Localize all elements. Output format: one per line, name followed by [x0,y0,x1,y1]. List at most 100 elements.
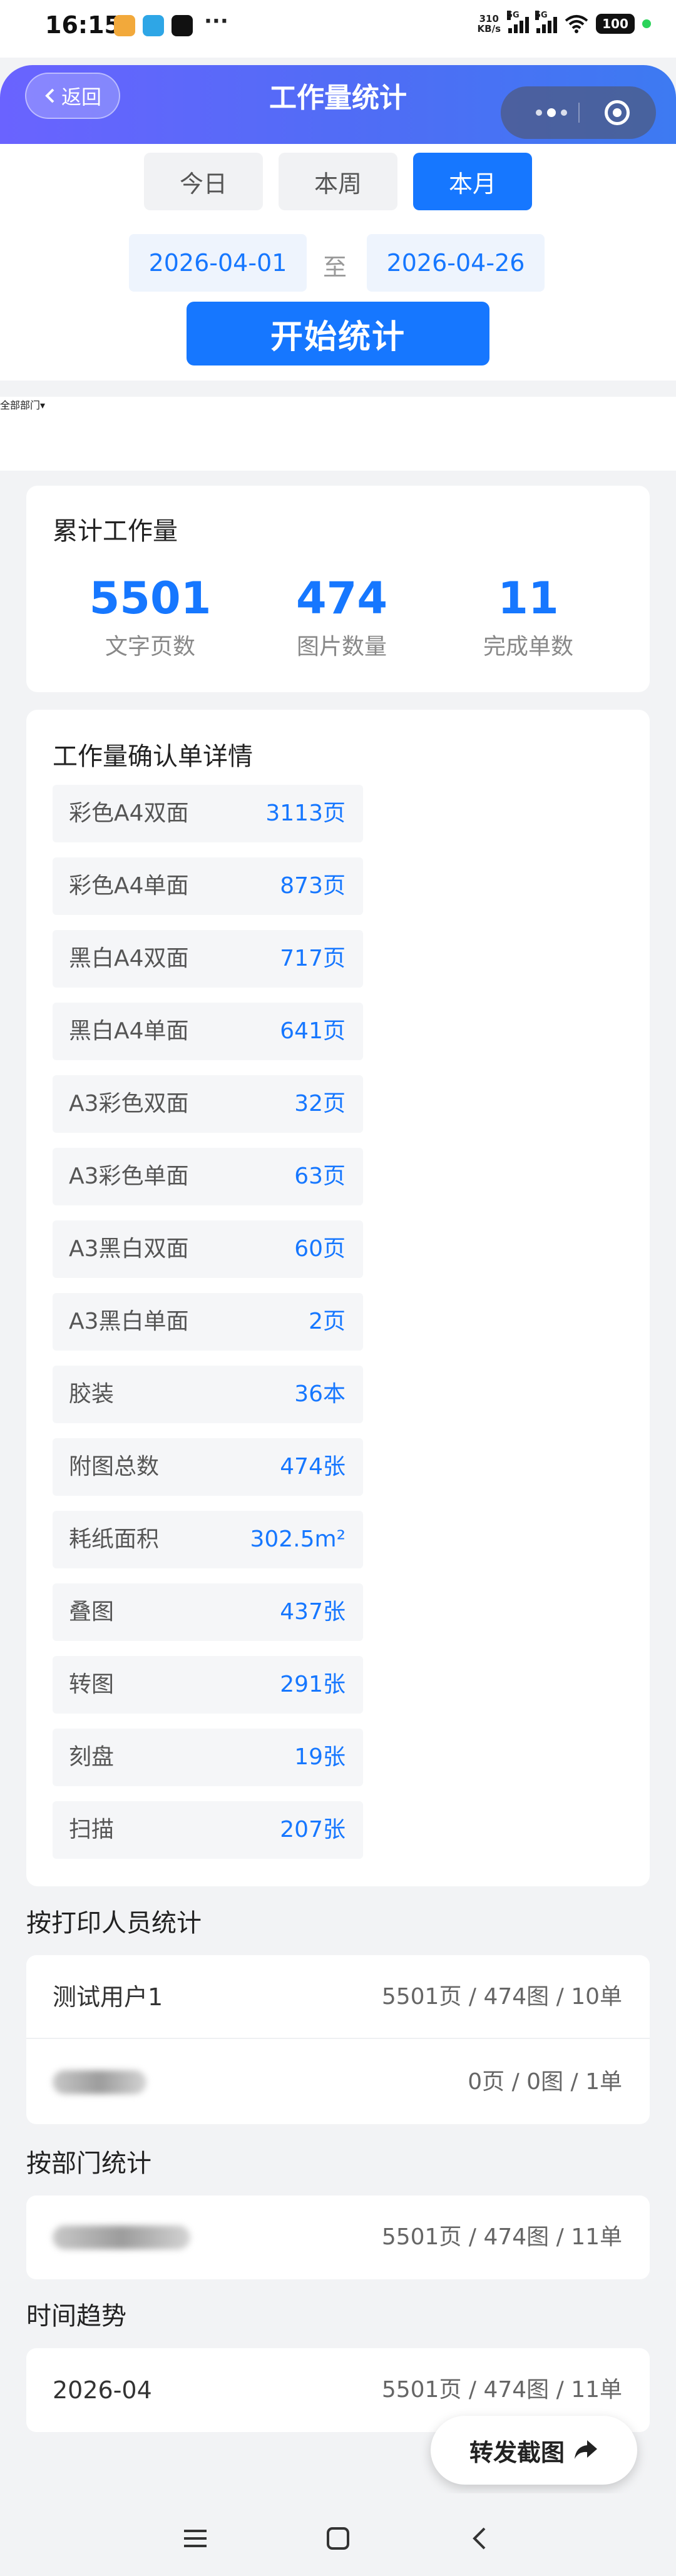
close-miniprogram-icon[interactable] [605,100,630,125]
tab-today[interactable]: 今日 [144,153,263,210]
notification-icons [114,15,193,36]
detail-row: 胶装 36本 [53,1366,363,1423]
tiktok-icon [172,15,193,36]
trend-period: 2026-04 [53,2376,152,2404]
detail-row: 转图 291张 [53,1656,363,1714]
more-notifications-icon: ··· [204,9,228,34]
signal-icon-2: 5G [535,11,557,33]
privacy-indicator-dot [642,19,651,28]
detail-row: 扫描 207张 [53,1801,363,1859]
telegram-icon [143,15,164,36]
detail-row: A3彩色双面 32页 [53,1075,363,1133]
stat-text-pages: 5501 文字页数 [56,573,244,661]
more-icon[interactable] [523,86,580,139]
detail-name: 胶装 [69,1381,115,1407]
detail-row: 黑白A4单面 641页 [53,1003,363,1060]
detail-name: 转图 [69,1672,115,1697]
detail-name: A3黑白单面 [69,1309,189,1334]
signal-type-2: 5G [535,11,548,20]
summary-title: 累计工作量 [53,517,178,546]
divider [26,2038,650,2039]
detail-row: 彩色A4双面 3113页 [53,785,363,842]
share-screenshot-button[interactable]: 转发截图 [431,2416,637,2485]
redacted-department [53,2226,190,2249]
detail-row: 附图总数 474张 [53,1438,363,1496]
list-item[interactable]: 测试用户1 5501页 / 474图 / 10单 [26,1955,650,2039]
detail-name: 刻盘 [69,1744,115,1770]
detail-name: 附图总数 [69,1454,160,1480]
detail-name: 彩色A4双面 [69,800,189,826]
redacted-name [53,2070,146,2094]
detail-value: 474张 [280,1454,346,1480]
menu-icon[interactable] [180,2523,210,2553]
by-department-list: 5501页 / 474图 / 11单 [26,2195,650,2279]
stat-label: 图片数量 [296,634,387,660]
detail-name: A3彩色单面 [69,1163,189,1189]
stat-label: 完成单数 [483,634,573,660]
network-speed-unit: KB/s [477,23,501,34]
detail-row: A3黑白单面 2页 [53,1293,363,1351]
tab-this-month[interactable]: 本月 [413,153,532,210]
share-label: 转发截图 [469,2438,565,2466]
share-arrow-icon [575,2440,597,2459]
start-date-picker[interactable]: 2026-04-01 [129,234,307,292]
detail-name: 黑白A4双面 [69,946,189,971]
detail-value: 2页 [309,1309,346,1334]
stat-value: 474 [295,573,388,624]
detail-name: 扫描 [69,1817,115,1843]
signal-type: 5G [507,11,520,20]
wifi-icon [565,15,588,33]
detail-row: A3黑白双面 60页 [53,1220,363,1278]
detail-value: 3113页 [265,800,346,826]
detail-value: 36本 [294,1381,346,1407]
list-item[interactable]: 0页 / 0图 / 1单 [26,2040,650,2124]
detail-row: 黑白A4双面 717页 [53,930,363,988]
stat-value: 11 [498,573,559,624]
capsule-divider [578,103,580,123]
stat-image-count: 474 图片数量 [248,573,436,661]
detail-value: 437张 [280,1599,346,1625]
detail-name: 耗纸面积 [69,1526,160,1552]
stat-completed-orders: 11 完成单数 [434,573,622,661]
detail-value: 291张 [280,1672,346,1697]
by-printer-list: 测试用户1 5501页 / 474图 / 10单 0页 / 0图 / 1单 [26,1955,650,2124]
department-selector[interactable]: 全部部门▾ [0,397,45,412]
printer-name: 测试用户1 [53,1983,163,2011]
battery-icon: 100 [596,14,635,34]
detail-name: A3彩色双面 [69,1091,189,1117]
detail-row: A3彩色单面 63页 [53,1148,363,1205]
detail-row: 叠图 437张 [53,1583,363,1641]
signal-icon: 5G [507,11,529,33]
detail-row: 彩色A4单面 873页 [53,857,363,915]
back-icon[interactable] [466,2523,496,2553]
detail-name: 黑白A4单面 [69,1018,189,1044]
department-bar [0,397,676,471]
detail-row: 刻盘 19张 [53,1729,363,1786]
trend-title: 时间趋势 [26,2302,126,2331]
tab-this-week[interactable]: 本周 [279,153,397,210]
date-range-separator: 至 [323,253,347,281]
detail-name: A3黑白双面 [69,1236,189,1262]
list-item[interactable]: 5501页 / 474图 / 11单 [26,2195,650,2279]
detail-value: 63页 [294,1163,346,1189]
detail-value: 641页 [280,1018,346,1044]
printer-stats: 5501页 / 474图 / 10单 [381,1984,622,2010]
details-title: 工作量确认单详情 [53,742,253,771]
department-stats: 5501页 / 474图 / 11单 [381,2224,622,2250]
stat-value: 5501 [89,573,212,624]
network-speed-value: 310 [479,13,499,24]
end-date-picker[interactable]: 2026-04-26 [367,234,545,292]
detail-value: 32页 [294,1091,346,1117]
detail-row: 耗纸面积 302.5m² [53,1511,363,1568]
detail-value: 60页 [294,1236,346,1262]
by-department-title: 按部门统计 [26,2149,151,2178]
detail-value: 19张 [294,1744,346,1770]
miniprogram-capsule [501,86,656,139]
status-time: 16:15 [45,11,121,39]
start-statistics-button[interactable]: 开始统计 [187,302,489,365]
stat-label: 文字页数 [105,634,195,660]
detail-value: 873页 [280,873,346,899]
status-bar: 16:15 ··· 310 KB/s 5G 5G 100 [0,0,676,58]
home-icon[interactable] [323,2523,353,2553]
detail-name: 彩色A4单面 [69,873,189,899]
